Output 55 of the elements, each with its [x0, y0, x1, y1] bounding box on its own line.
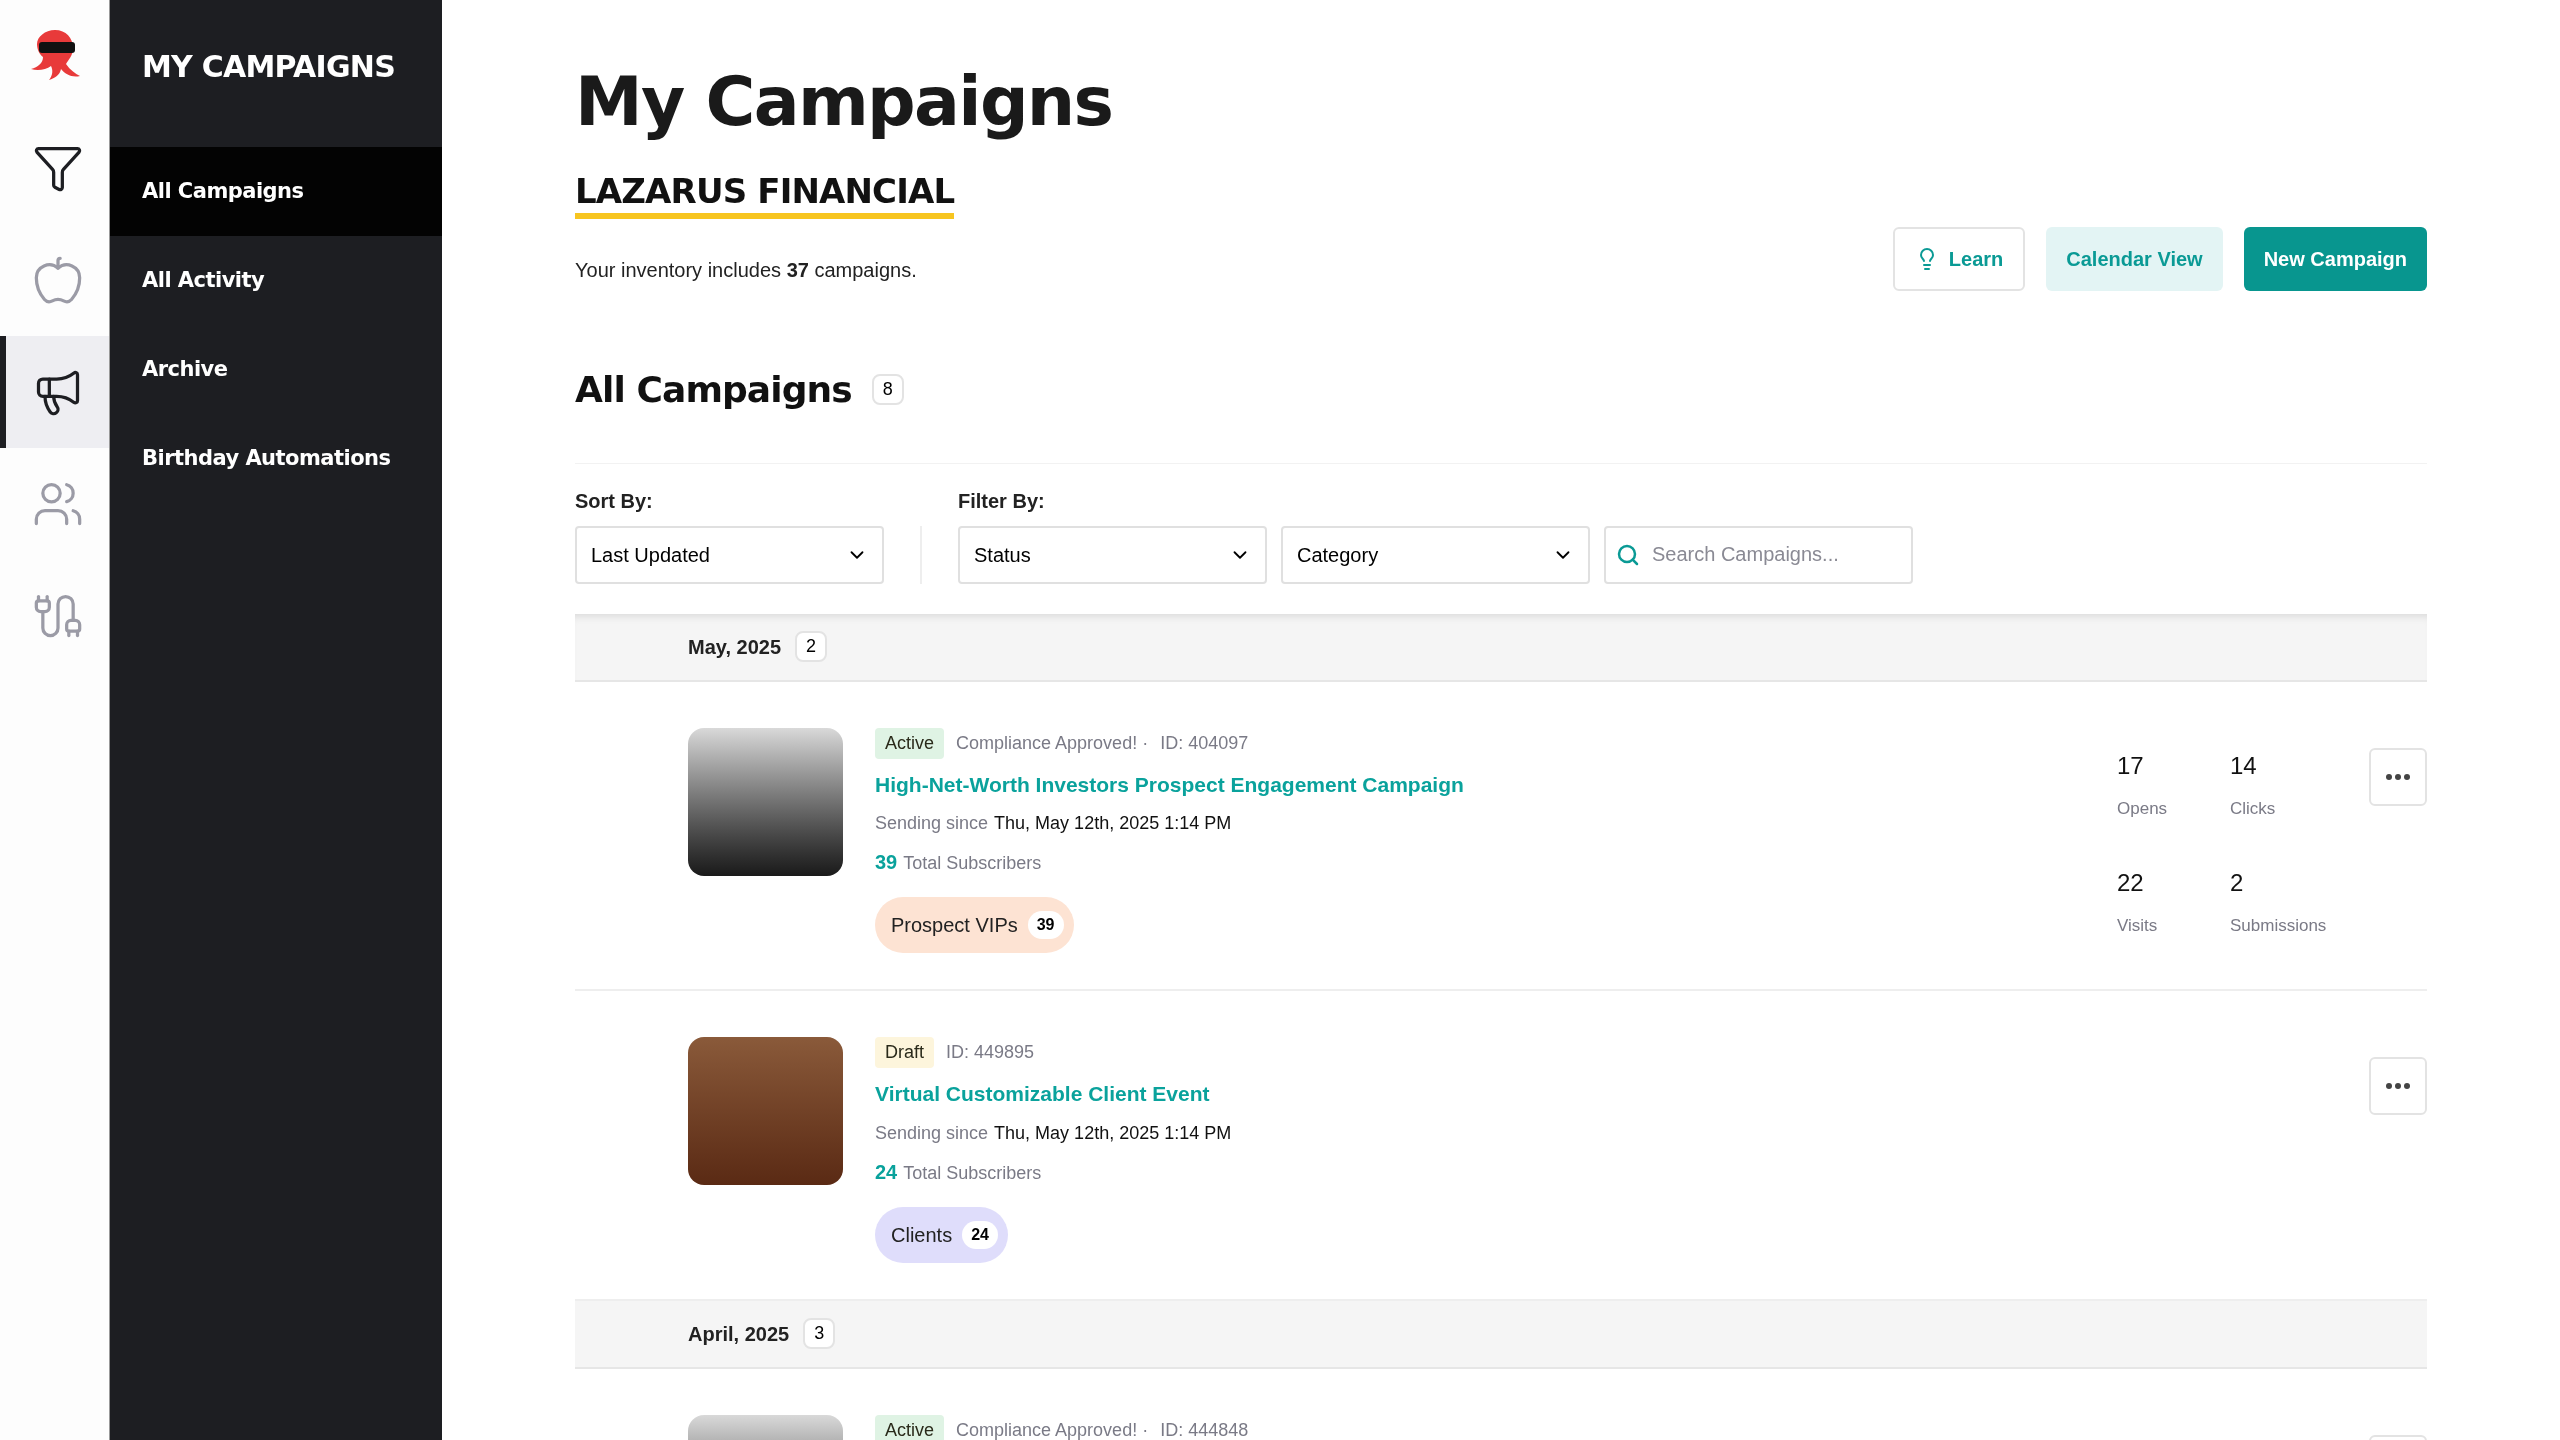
list-tag[interactable]: Clients 24 [875, 1206, 1008, 1263]
sidebar-item[interactable]: All Campaigns [110, 147, 442, 236]
search-field[interactable]: Search Campaigns... [1604, 525, 1913, 584]
list-name: Prospect VIPs [891, 913, 1018, 938]
more-options-button[interactable] [2369, 1057, 2427, 1115]
campaign-id: ID: 404097 [1160, 731, 1249, 755]
stat-value: 17 [2117, 750, 2145, 781]
sidebar-item[interactable]: Archive [110, 325, 442, 414]
sending-label: Sending since [875, 812, 989, 835]
search-icon [1616, 542, 1640, 567]
list-name: Clients [891, 1222, 953, 1248]
stat-value: 2 [2230, 868, 2245, 899]
stat-value: 22 [2117, 868, 2145, 899]
sending-date: Thu, May 12th, 2025 1:14 PM [994, 1121, 1232, 1145]
list-count: 39 [1027, 911, 1064, 939]
sidebar-item[interactable]: All Activity [110, 236, 442, 325]
sidebar-item[interactable]: Birthday Automations [110, 414, 442, 503]
more-icon [2386, 773, 2410, 780]
filter-select[interactable]: Category [1281, 525, 1590, 584]
stat-value: 14 [2230, 750, 2258, 781]
campaign-id: ID: 444848 [1160, 1418, 1249, 1440]
sidebar-title: MY CAMPAIGNS [141, 48, 397, 86]
subscriber-count: 24 [875, 1159, 898, 1185]
section-title: All Campaigns [575, 367, 852, 412]
stat-label: Clicks [2230, 797, 2277, 820]
compliance-text: Compliance Approved! · [956, 731, 1149, 755]
subscribers-label: Total Subscribers [903, 1161, 1042, 1185]
list-tag[interactable]: Prospect VIPs 39 [875, 897, 1074, 953]
stat-label: Opens [2117, 797, 2169, 820]
stat-label: Submissions [2230, 915, 2328, 938]
new-campaign-button[interactable]: New Campaign [2243, 226, 2427, 291]
month-count: 3 [803, 1318, 836, 1349]
compliance-text: Compliance Approved! · [956, 1418, 1149, 1440]
campaign-count: 8 [871, 374, 904, 405]
sort-select[interactable]: Last Updated [575, 525, 884, 584]
more-icon [2386, 1083, 2410, 1089]
stat-label: Visits [2117, 915, 2159, 938]
sort-label: Sort By: [575, 488, 654, 514]
filter-select[interactable]: Status [958, 525, 1267, 584]
month-label: April, 2025 [688, 1321, 790, 1347]
sending-label: Sending since [875, 1121, 989, 1145]
inventory-text: Your inventory includes 37 campaigns. [575, 257, 918, 283]
subscriber-count: 39 [875, 850, 898, 875]
status-badge: Active [875, 727, 945, 759]
list-count: 24 [962, 1220, 998, 1249]
filter-label: Filter By: [958, 488, 1046, 514]
status-badge: Active [875, 1414, 945, 1440]
campaign-id: ID: 449895 [946, 1041, 1035, 1064]
month-count: 2 [795, 631, 828, 662]
more-options-button[interactable] [2369, 747, 2427, 806]
sending-date: Thu, May 12th, 2025 1:14 PM [994, 812, 1232, 835]
status-badge: Draft [875, 1037, 934, 1068]
month-label: May, 2025 [688, 634, 782, 660]
subscribers-label: Total Subscribers [903, 852, 1042, 875]
organization-name: LAZARUS FINANCIAL [575, 170, 955, 219]
